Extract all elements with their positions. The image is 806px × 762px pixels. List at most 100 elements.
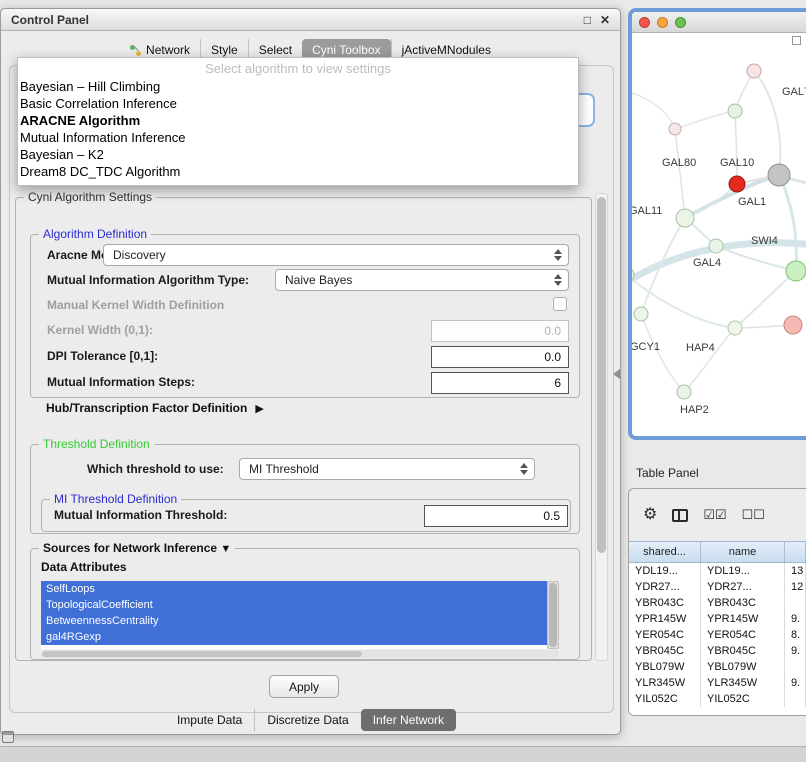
network-node[interactable] [768,164,790,186]
algorithm-option[interactable]: ARACNE Algorithm [18,112,578,129]
table-cell: YBR043C [629,595,701,611]
network-node[interactable] [784,316,802,334]
network-node[interactable] [786,261,806,281]
network-node[interactable] [676,209,694,227]
kernel-width-field[interactable]: 0.0 [431,320,569,342]
mi-algorithm-type-select[interactable]: Naive Bayes [275,269,569,291]
manual-kernel-checkbox[interactable] [553,297,567,311]
columns-icon[interactable] [672,509,688,522]
which-threshold-select[interactable]: MI Threshold [239,458,535,480]
node-label: GAL7 [782,86,806,98]
network-tab-icon [130,45,141,56]
column-header[interactable]: name [701,542,785,562]
tab-infer-network[interactable]: Infer Network [361,709,456,731]
control-panel-titlebar[interactable]: Control Panel □ ✕ [1,9,620,31]
algorithm-option[interactable]: Bayesian – Hill Climbing [18,78,578,95]
minimize-traffic-light[interactable] [657,17,668,28]
network-node[interactable] [728,321,742,335]
attribute-item[interactable]: SelfLoops [41,581,547,597]
table-cell [785,659,806,675]
mi-threshold-group: MI Threshold Definition Mutual Informati… [41,499,571,532]
settings-group-title: Cyni Algorithm Settings [24,190,156,204]
sources-group-title[interactable]: Sources for Network Inference ▼ [39,541,235,555]
table-body: YDL19...YDL19...13YDR27...YDR27...12YBR0… [629,563,806,716]
scrollbar-thumb[interactable] [597,197,606,553]
table-cell: 9. [785,611,806,627]
network-node[interactable] [709,239,723,253]
column-header[interactable]: shared... [629,542,701,562]
table-panel-window: ⚙ ☑☑ ☐☐ shared...name YDL19...YDL19...13… [628,488,806,716]
chevron-right-icon: ▶ [255,402,263,415]
apply-button[interactable]: Apply [269,675,339,698]
attributes-vertical-scrollbar[interactable] [547,581,559,649]
network-node[interactable] [669,123,681,135]
aracne-mode-value: Discovery [113,248,166,262]
algorithm-definition-title: Algorithm Definition [39,227,151,241]
algorithm-option[interactable]: Mutual Information Inference [18,129,578,146]
close-traffic-light[interactable] [639,17,650,28]
mi-threshold-group-title: MI Threshold Definition [50,492,181,506]
network-edge [779,175,796,271]
algorithm-option[interactable]: Basic Correlation Inference [18,95,578,112]
float-window-icon[interactable]: □ [584,14,591,26]
network-node[interactable] [747,64,761,78]
table-cell: YIL052C [701,691,785,707]
panel-splitter-arrow-icon[interactable] [613,369,620,379]
hub-definition-expander[interactable]: Hub/Transcription Factor Definition ▶ [46,401,264,415]
tab-discretize-data[interactable]: Discretize Data [254,709,360,731]
data-attributes-subtitle: Data Attributes [41,560,127,574]
table-row[interactable]: YBR043CYBR043C [629,595,806,611]
table-row[interactable]: YER054CYER054C8. [629,627,806,643]
table-cell: 9. [785,675,806,691]
overview-toggle-icon[interactable] [792,36,801,45]
network-edge [735,111,737,184]
scrollbar-thumb[interactable] [42,651,362,657]
table-row[interactable]: YBL079WYBL079W [629,659,806,675]
attributes-horizontal-scrollbar[interactable] [41,650,559,658]
dpi-tolerance-label: DPI Tolerance [0,1]: [47,349,158,363]
table-cell: YBR043C [701,595,785,611]
network-node[interactable] [634,307,648,321]
minimized-panel-icon[interactable] [2,731,14,743]
algorithm-option[interactable]: Bayesian – K2 [18,146,578,163]
network-canvas[interactable]: GAL7GAL80GAL10GAL11GAL1SWI4GAL4GCY1HAP4H… [632,33,806,436]
attribute-item[interactable]: BetweennessCentrality [41,613,547,629]
dpi-tolerance-field[interactable]: 0.0 [431,346,569,368]
column-header[interactable] [785,542,806,562]
table-cell [785,691,806,707]
combo-arrows-icon [520,463,528,475]
which-threshold-value: MI Threshold [249,462,319,476]
mi-threshold-field[interactable]: 0.5 [424,505,568,527]
sources-title-text: Sources for Network Inference [43,541,217,555]
network-edge [641,314,684,392]
aracne-mode-select[interactable]: Discovery [103,244,569,266]
network-node[interactable] [729,176,745,192]
mi-algorithm-type-label: Mutual Information Algorithm Type: [47,273,249,287]
threshold-definition-group: Threshold Definition Which threshold to … [30,444,580,534]
table-row[interactable]: YPR145WYPR145W9. [629,611,806,627]
mi-threshold-label: Mutual Information Threshold: [54,508,227,522]
settings-scrollbar[interactable] [595,193,608,661]
deselect-all-checkboxes-icon[interactable]: ☐☐ [742,508,765,522]
table-row[interactable]: YDR27...YDR27...12 [629,579,806,595]
close-icon[interactable]: ✕ [600,14,610,26]
attribute-item[interactable]: TopologicalCoefficient [41,597,547,613]
table-row[interactable]: YLR345WYLR345W9. [629,675,806,691]
table-row[interactable]: YBR045CYBR045C9. [629,643,806,659]
table-row[interactable]: YDL19...YDL19...13 [629,563,806,579]
network-node[interactable] [677,385,691,399]
select-all-checkboxes-icon[interactable]: ☑☑ [703,508,726,522]
tab-impute-data[interactable]: Impute Data [165,709,254,731]
table-cell: 13 [785,563,806,579]
algorithm-option[interactable]: Dream8 DC_TDC Algorithm [18,163,578,180]
network-edge [716,246,796,271]
attribute-item[interactable]: gal4RGexp [41,629,547,645]
mi-steps-field[interactable]: 6 [431,372,569,394]
network-window-titlebar[interactable] [632,12,806,33]
zoom-traffic-light[interactable] [675,17,686,28]
kernel-width-label: Kernel Width (0,1): [47,323,153,337]
gear-icon[interactable]: ⚙ [643,508,657,522]
scrollbar-thumb[interactable] [549,583,557,647]
table-row[interactable]: YIL052CYIL052C [629,691,806,707]
network-node[interactable] [728,104,742,118]
